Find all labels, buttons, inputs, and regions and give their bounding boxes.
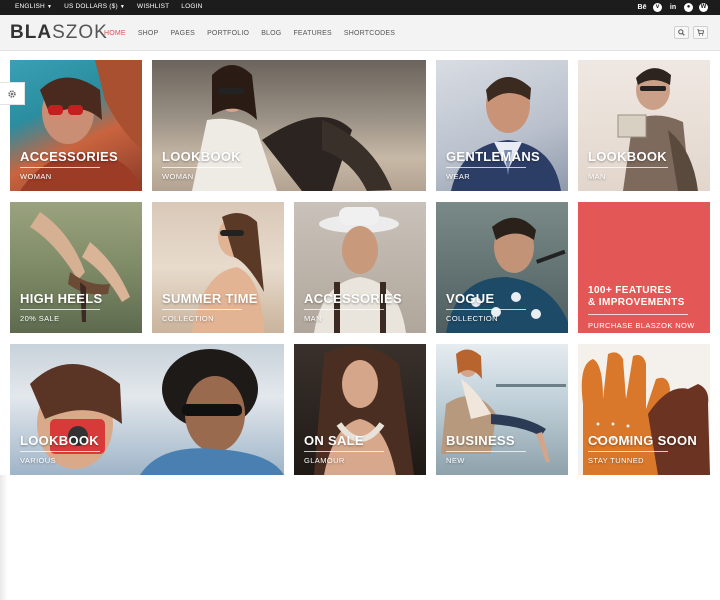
tile-title: VOGUE <box>446 291 495 306</box>
logo-light: SZOK <box>52 22 108 43</box>
nav-item-portfolio[interactable]: PORTFOLIO <box>207 30 249 37</box>
tile-on-sale[interactable]: ON SALE GLAMOUR <box>294 344 426 475</box>
login-link[interactable]: LOGIN <box>181 3 202 10</box>
promo-title-line1: 100+ FEATURES <box>588 285 672 296</box>
logo-bold: BLA <box>10 22 53 43</box>
tile-lookbook-various[interactable]: LOOKBOOK VARIOUS <box>10 344 284 475</box>
wishlist-link[interactable]: WISHLIST <box>137 3 169 10</box>
tile-title: LOOKBOOK <box>588 149 667 164</box>
nav-item-features[interactable]: FEATURES <box>293 30 331 37</box>
site-header: BLASZOK HOME SHOP PAGES PORTFOLIO BLOG F… <box>0 15 720 51</box>
cart-button[interactable] <box>693 26 708 39</box>
tile-subtitle: MAN <box>304 314 322 323</box>
wordpress-icon[interactable]: W <box>699 2 708 12</box>
search-button[interactable] <box>674 26 689 39</box>
nav-item-shop[interactable]: SHOP <box>138 30 159 37</box>
tile-subtitle: 20% SALE <box>20 314 60 323</box>
chevron-down-icon: ▼ <box>46 3 53 10</box>
behance-icon[interactable]: Bē <box>637 2 647 12</box>
tile-subtitle: WOMAN <box>20 172 52 181</box>
tile-gentlemans-wear[interactable]: GENTLEMANS WEAR <box>436 60 568 191</box>
tile-subtitle: VARIOUS <box>20 456 57 465</box>
tile-subtitle: STAY TUNNED <box>588 456 644 465</box>
top-bar: ENGLISH ▼ US DOLLARS ($) ▼ WISHLIST LOGIN … <box>0 0 720 15</box>
tile-high-heels[interactable]: HIGH HEELS 20% SALE <box>10 202 142 333</box>
tile-title: ACCESSORIES <box>304 291 402 306</box>
tile-promo-features[interactable]: 100+ FEATURES & IMPROVEMENTS PURCHASE BL… <box>578 202 710 333</box>
tile-title: BUSINESS <box>446 433 515 448</box>
tile-title: COOMING SOON <box>588 433 698 448</box>
tile-title: GENTLEMANS <box>446 149 540 164</box>
cart-icon <box>697 29 704 36</box>
tile-subtitle: WOMAN <box>162 172 194 181</box>
currency-label: US DOLLARS ($) <box>64 3 118 10</box>
nav-item-blog[interactable]: BLOG <box>261 30 281 37</box>
tile-subtitle: MAN <box>588 172 606 181</box>
nav-item-shortcodes[interactable]: SHORTCODES <box>344 30 395 37</box>
tile-business-new[interactable]: BUSINESS NEW <box>436 344 568 475</box>
tile-vogue-collection[interactable]: VOGUE COLLECTION <box>436 202 568 333</box>
tile-lookbook-man[interactable]: LOOKBOOK MAN <box>578 60 710 191</box>
tile-subtitle: COLLECTION <box>446 314 498 323</box>
tile-title: SUMMER TIME <box>162 291 258 306</box>
tile-title: LOOKBOOK <box>20 433 99 448</box>
tile-cooming-soon[interactable]: COOMING SOON STAY TUNNED <box>578 344 710 475</box>
tile-title: HIGH HEELS <box>20 291 103 306</box>
language-label: ENGLISH <box>15 3 45 10</box>
tile-title: ACCESSORIES <box>20 149 118 164</box>
nav-item-pages[interactable]: PAGES <box>170 30 195 37</box>
tile-accessories-woman[interactable]: ACCESSORIES WOMAN <box>10 60 142 191</box>
language-selector[interactable]: ENGLISH ▼ <box>15 3 52 10</box>
promo-title-line2: & IMPROVEMENTS <box>588 297 685 308</box>
tripadvisor-icon[interactable]: ● <box>684 2 693 12</box>
tile-title: LOOKBOOK <box>162 149 241 164</box>
chevron-down-icon: ▼ <box>119 3 125 10</box>
vimeo-icon[interactable]: v <box>653 2 662 12</box>
tile-subtitle: GLAMOUR <box>304 456 345 465</box>
tile-accessories-man[interactable]: ACCESSORIES MAN <box>294 202 426 333</box>
nav-item-home[interactable]: HOME <box>104 30 126 37</box>
promo-subtitle: PURCHASE BLASZOK NOW <box>588 321 695 330</box>
site-logo[interactable]: BLASZOK <box>10 22 108 44</box>
linkedin-icon[interactable]: in <box>668 2 678 12</box>
tile-title: ON SALE <box>304 433 364 448</box>
tile-subtitle: WEAR <box>446 172 471 181</box>
search-icon <box>678 29 685 36</box>
main-nav: HOME SHOP PAGES PORTFOLIO BLOG FEATURES … <box>104 30 395 37</box>
tile-subtitle: NEW <box>446 456 465 465</box>
page-edge-shadow <box>0 475 8 600</box>
tile-summer-time[interactable]: SUMMER TIME COLLECTION <box>152 202 284 333</box>
settings-panel-toggle[interactable] <box>0 82 25 105</box>
currency-selector[interactable]: US DOLLARS ($) ▼ <box>64 3 125 10</box>
tile-subtitle: COLLECTION <box>162 314 214 323</box>
gear-icon <box>8 89 16 98</box>
tile-lookbook-woman[interactable]: LOOKBOOK WOMAN <box>152 60 426 191</box>
